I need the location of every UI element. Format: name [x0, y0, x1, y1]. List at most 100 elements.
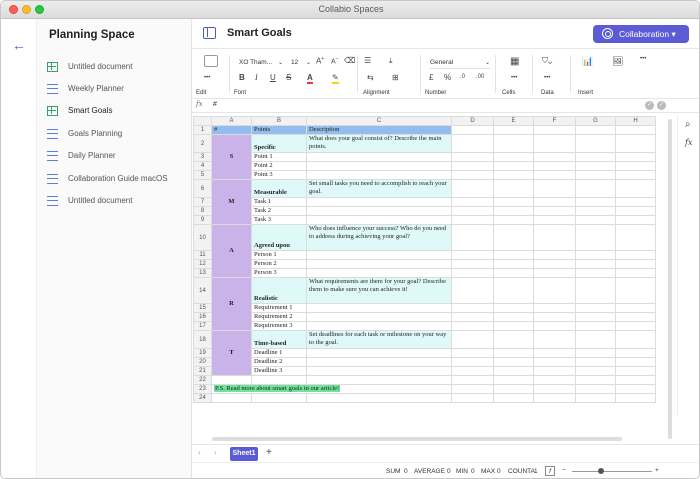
grid-cell[interactable] — [493, 206, 534, 216]
sidebar-item-weekly-planner[interactable]: Weekly Planner — [47, 81, 187, 97]
function-icon[interactable]: fx — [685, 138, 692, 147]
grid-cell[interactable]: R — [211, 277, 252, 331]
row-header[interactable]: 18 — [193, 330, 212, 349]
edit-more-button[interactable]: ••• — [204, 75, 210, 81]
row-header[interactable]: 14 — [193, 277, 212, 304]
grid-cell[interactable]: Description — [306, 125, 452, 135]
grid-cell[interactable] — [493, 357, 534, 367]
sidebar-toggle-icon[interactable] — [203, 27, 216, 39]
row-header[interactable]: 22 — [193, 375, 212, 385]
grid-cell[interactable] — [493, 303, 534, 313]
row-header[interactable]: 16 — [193, 312, 212, 322]
grid-cell[interactable] — [533, 375, 576, 385]
grid-cell[interactable] — [575, 366, 616, 376]
grid-cell[interactable] — [451, 224, 494, 251]
grid-cell[interactable] — [615, 197, 656, 207]
grid-cell[interactable]: What does your goal consist of? Describe… — [306, 134, 452, 153]
grid-cell[interactable] — [451, 161, 494, 171]
zoom-window-button[interactable] — [35, 5, 44, 14]
grid-cell[interactable] — [615, 357, 656, 367]
grid-cell[interactable] — [306, 161, 452, 171]
grid-cell[interactable]: Person 3 — [251, 268, 307, 278]
grid-cell[interactable] — [615, 321, 656, 331]
grid-cell[interactable] — [211, 393, 252, 403]
grid-cell[interactable] — [493, 348, 534, 358]
grid-cell[interactable] — [306, 250, 452, 260]
grid-cell[interactable] — [575, 179, 616, 198]
sidebar-item-daily-planner[interactable]: Daily Planner — [47, 148, 187, 164]
highlight-icon[interactable]: ✎ — [332, 73, 339, 84]
grid-cell[interactable] — [615, 179, 656, 198]
sidebar-item-untitled-document-2[interactable]: Untitled document — [47, 193, 187, 209]
grid-cell[interactable] — [533, 224, 576, 251]
grid-cell[interactable] — [615, 366, 656, 376]
grid-cell[interactable] — [575, 384, 616, 394]
sidebar-item-untitled-document[interactable]: Untitled document — [47, 59, 187, 75]
grid-cell[interactable] — [533, 268, 576, 278]
percent-button[interactable]: % — [444, 73, 451, 82]
grid-cell[interactable] — [306, 215, 452, 225]
grid-cell[interactable] — [451, 197, 494, 207]
grid-cell[interactable]: Points — [251, 125, 307, 135]
grid-cell[interactable] — [493, 321, 534, 331]
grid-cell[interactable] — [615, 224, 656, 251]
grid-cell[interactable] — [615, 125, 656, 135]
row-header[interactable]: 7 — [193, 197, 212, 207]
grid-cell[interactable] — [533, 277, 576, 304]
italic-button[interactable]: I — [255, 73, 258, 82]
filter-icon[interactable]: ⛉⌄ — [542, 56, 552, 66]
grid-cell[interactable] — [306, 348, 452, 358]
zoom-in-icon[interactable]: + — [655, 467, 659, 474]
grid-cell[interactable] — [533, 330, 576, 349]
row-header[interactable]: 19 — [193, 348, 212, 358]
bold-button[interactable]: B — [239, 73, 245, 82]
grid-cell[interactable] — [575, 303, 616, 313]
grid-cell[interactable] — [575, 348, 616, 358]
next-sheet-icon[interactable]: › — [214, 448, 217, 457]
column-header[interactable]: B — [251, 116, 307, 126]
grid-cell[interactable] — [615, 277, 656, 304]
zoom-slider-handle[interactable] — [598, 468, 604, 474]
row-header[interactable]: 10 — [193, 224, 212, 251]
font-name-select[interactable]: XO Tham... ⌄ — [239, 57, 283, 69]
grid-cell[interactable] — [306, 197, 452, 207]
grid-cell[interactable] — [615, 170, 656, 180]
merge-cells-icon[interactable]: ⊞ — [392, 73, 399, 82]
grid-cell[interactable] — [493, 125, 534, 135]
grid-cell[interactable] — [615, 330, 656, 349]
row-header[interactable]: 6 — [193, 179, 212, 198]
grid-cell[interactable] — [451, 330, 494, 349]
grid-cell[interactable] — [306, 152, 452, 162]
collaboration-button[interactable]: Collaboration ▾ — [593, 25, 689, 43]
sidebar-item-collaboration-guide[interactable]: Collaboration Guide macOS — [47, 171, 187, 187]
grid-cell[interactable] — [493, 152, 534, 162]
clipboard-icon[interactable] — [204, 55, 218, 67]
grid-cell[interactable] — [533, 259, 576, 269]
column-header[interactable]: E — [493, 116, 534, 126]
strikethrough-button[interactable]: S — [286, 73, 291, 82]
formula-toggle-icon[interactable]: f — [545, 466, 555, 476]
grid-cell[interactable] — [575, 312, 616, 322]
grid-cell[interactable] — [493, 170, 534, 180]
horizontal-scrollbar[interactable] — [212, 437, 622, 441]
grid-cell[interactable] — [533, 206, 576, 216]
grid-cell[interactable] — [451, 259, 494, 269]
grid-cell[interactable] — [575, 357, 616, 367]
grid-cell[interactable] — [615, 375, 656, 385]
grid-cell[interactable] — [451, 179, 494, 198]
cancel-icon[interactable]: ✓ — [657, 101, 666, 110]
grid-cell[interactable] — [493, 277, 534, 304]
grid-cell[interactable] — [533, 197, 576, 207]
grid-cell[interactable] — [251, 375, 307, 385]
decrease-font-icon[interactable]: A− — [331, 56, 339, 65]
grid-cell[interactable] — [493, 179, 534, 198]
grid-cell[interactable] — [451, 303, 494, 313]
grid-cell[interactable] — [575, 393, 616, 403]
sidebar-item-smart-goals[interactable]: Smart Goals — [47, 103, 187, 119]
grid-cell[interactable]: Requirement 2 — [251, 312, 307, 322]
grid-cell[interactable]: Person 2 — [251, 259, 307, 269]
grid-cell[interactable]: # — [211, 125, 252, 135]
grid-cell[interactable] — [575, 250, 616, 260]
grid-cell[interactable] — [493, 161, 534, 171]
grid-cell[interactable] — [451, 268, 494, 278]
